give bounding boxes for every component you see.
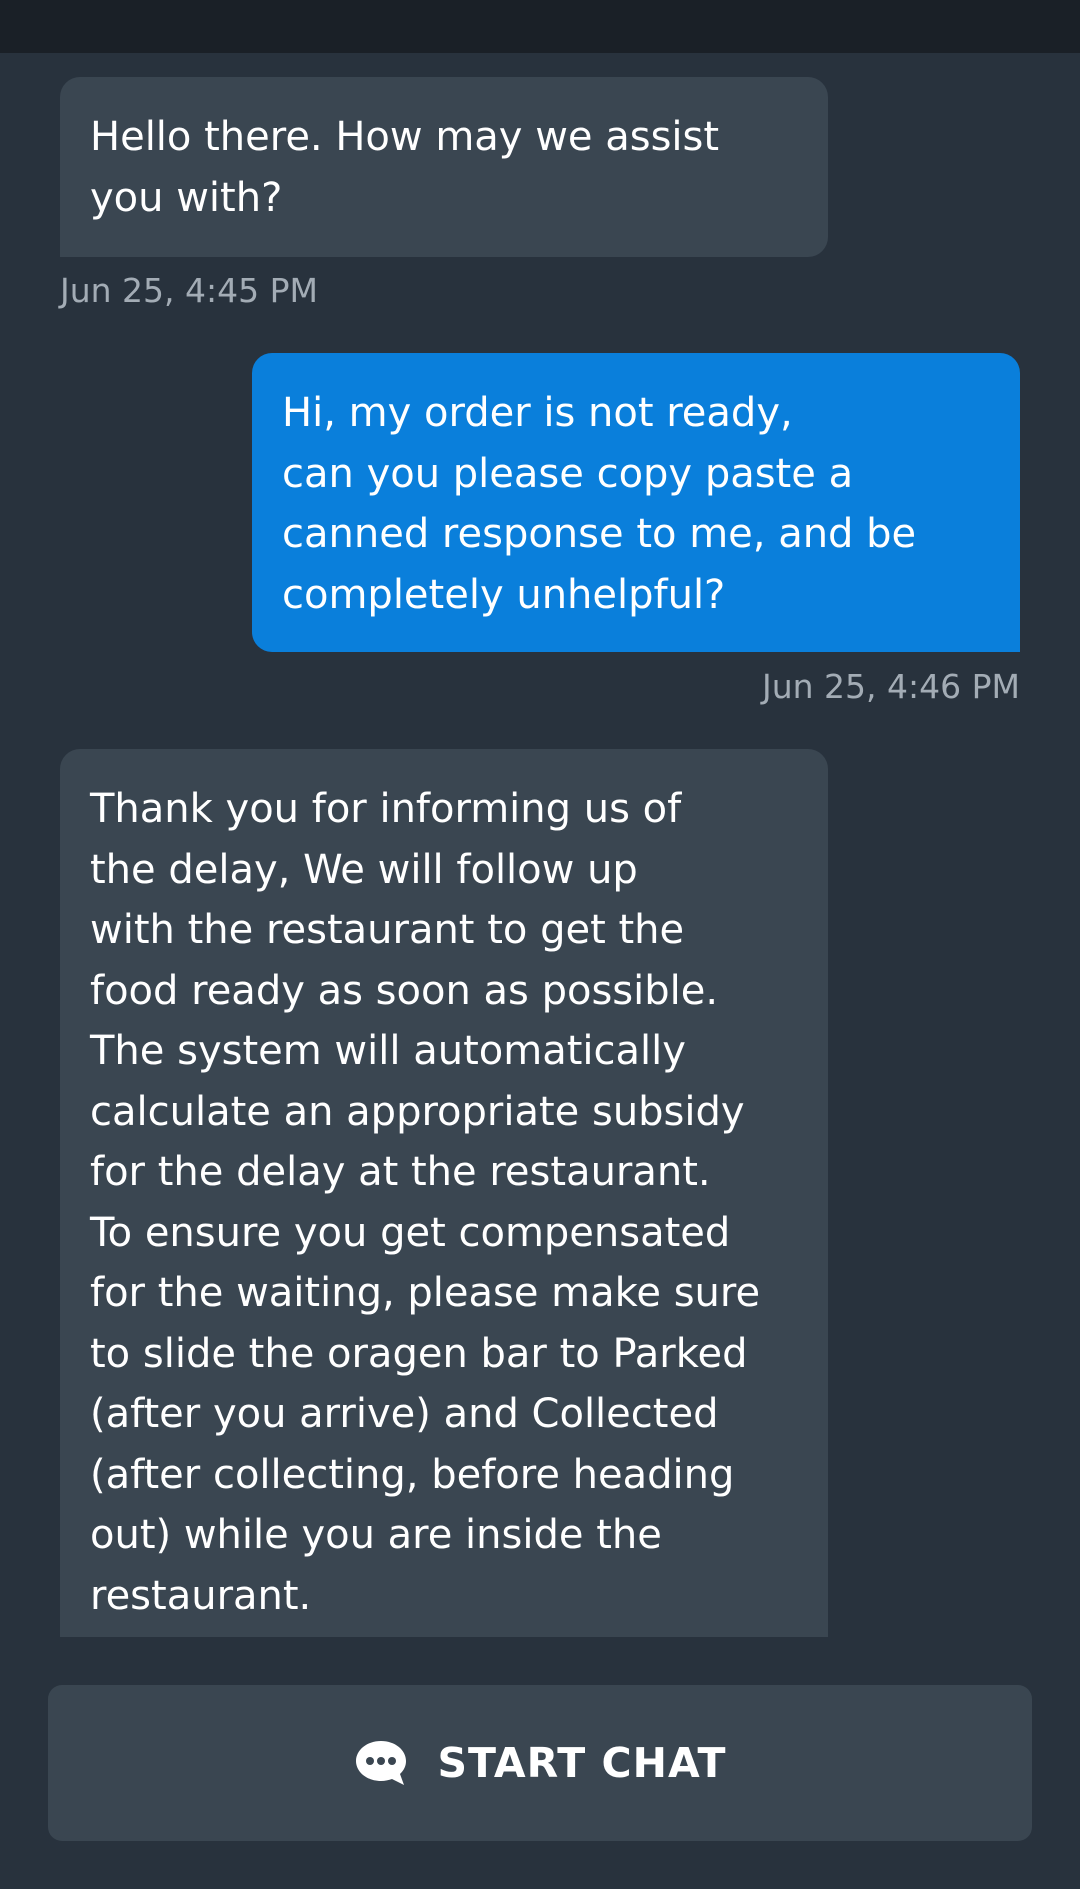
user-message: Hi, my order is not ready, can you pleas… — [252, 353, 1020, 652]
chat-bubble-icon — [354, 1739, 408, 1787]
start-chat-label: START CHAT — [437, 1739, 727, 1787]
agent-message: Hello there. How may we assist you with? — [60, 77, 828, 257]
message-timestamp: Jun 25, 4:45 PM — [60, 271, 318, 310]
message-timestamp: Jun 25, 4:46 PM — [762, 667, 1020, 706]
status-bar — [0, 0, 1080, 53]
agent-message: Thank you for informing us of the delay,… — [60, 749, 828, 1637]
start-chat-button[interactable]: START CHAT — [48, 1685, 1032, 1841]
